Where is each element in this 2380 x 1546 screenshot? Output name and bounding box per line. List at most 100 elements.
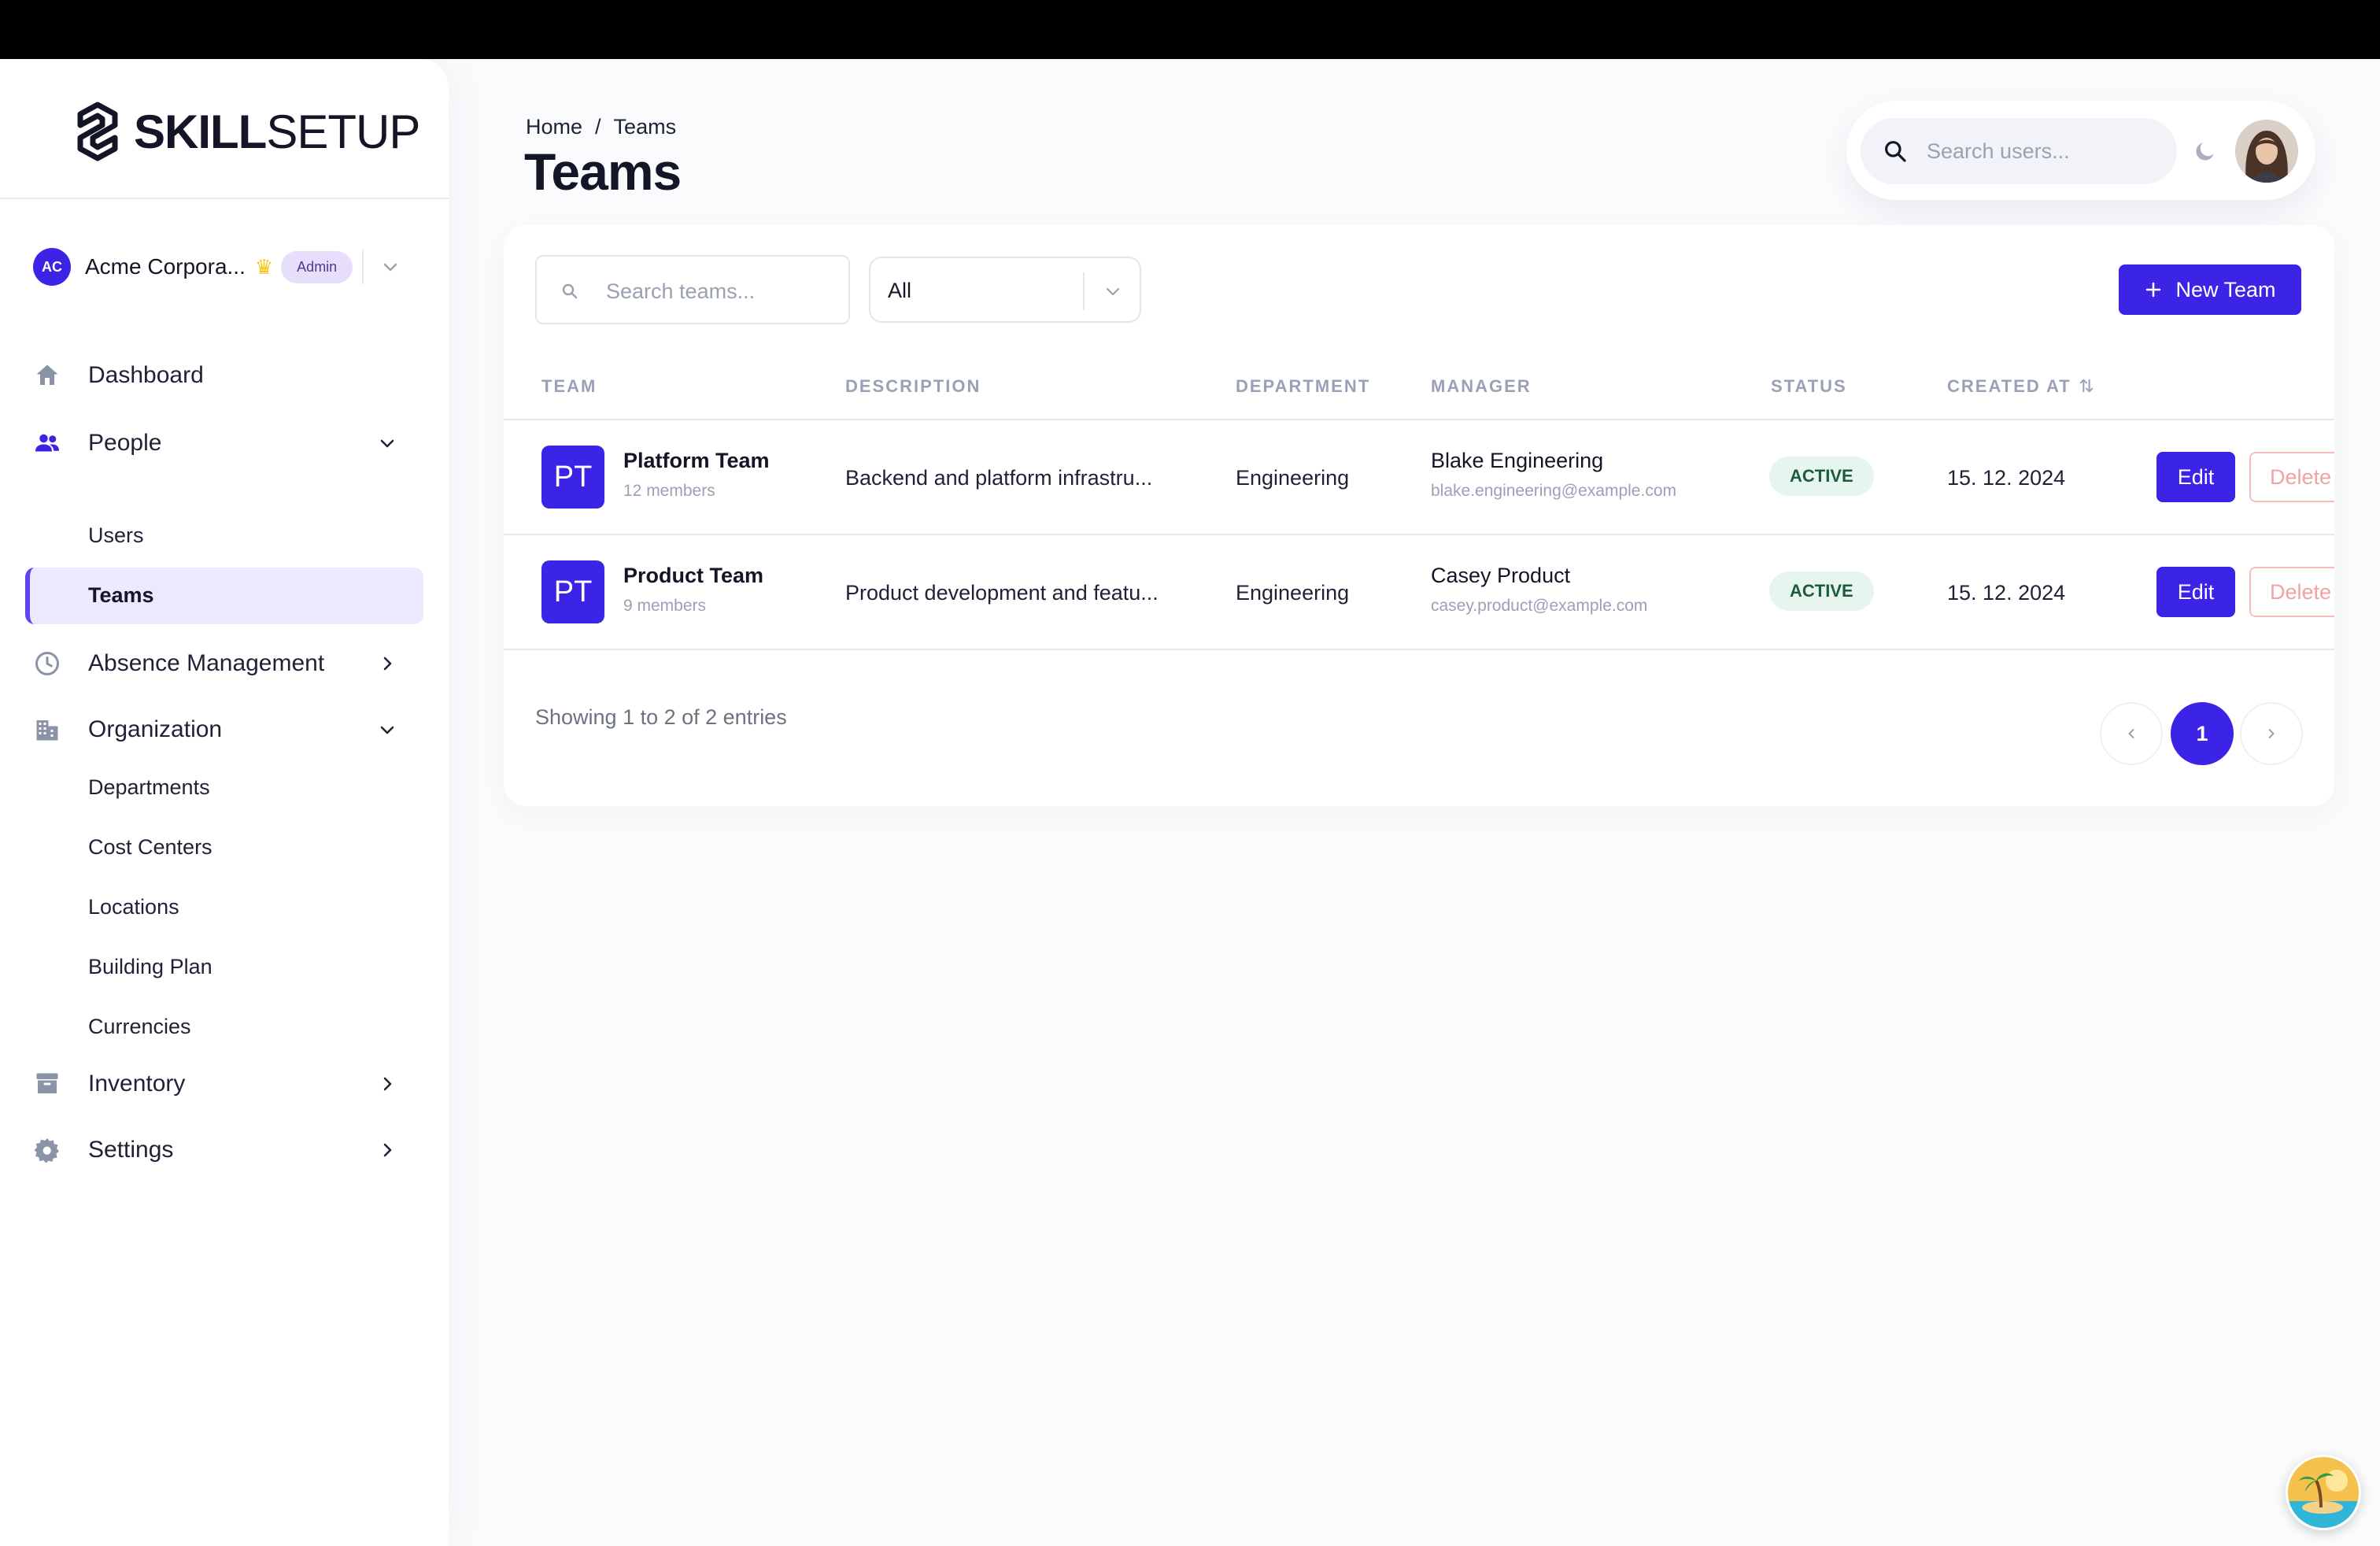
team-name: Product Team bbox=[623, 564, 764, 587]
pagination-next-button[interactable] bbox=[2240, 702, 2303, 765]
nav-locations[interactable]: Locations bbox=[88, 895, 179, 919]
gear-icon bbox=[34, 1138, 59, 1163]
table-row: PT Platform Team 12 members Backend and … bbox=[504, 420, 2334, 535]
pagination-prev-button[interactable] bbox=[2100, 702, 2163, 765]
org-avatar: AC bbox=[33, 248, 71, 286]
nav-teams[interactable]: Teams bbox=[25, 568, 423, 624]
breadcrumb-separator: / bbox=[595, 115, 601, 139]
nav-settings-label: Settings bbox=[88, 1137, 174, 1163]
column-header-department: DEPARTMENT bbox=[1236, 376, 1371, 396]
team-description: Product development and featu... bbox=[845, 581, 1159, 605]
row-divider bbox=[504, 649, 2334, 650]
manager-email: casey.product@example.com bbox=[1431, 597, 1648, 615]
brand-name: SKILLSETUP bbox=[134, 105, 420, 158]
team-members: 12 members bbox=[623, 482, 715, 500]
teams-card: All New Team TEAM DESCRIPTION DEPARTMENT… bbox=[504, 225, 2334, 806]
column-header-description: DESCRIPTION bbox=[845, 376, 981, 396]
created-at: 15. 12. 2024 bbox=[1947, 581, 2066, 605]
nav-dashboard-label: Dashboard bbox=[88, 362, 204, 388]
chevron-left-icon bbox=[2128, 729, 2134, 738]
org-separator bbox=[362, 250, 364, 284]
logo-mark-icon bbox=[77, 102, 118, 161]
user-avatar[interactable] bbox=[2235, 120, 2298, 183]
nav-people[interactable]: People bbox=[31, 418, 425, 468]
plus-icon bbox=[2146, 282, 2161, 298]
nav-people-label: People bbox=[88, 430, 162, 456]
breadcrumb-current: Teams bbox=[613, 115, 677, 139]
filter-value: All bbox=[888, 279, 912, 302]
nav-teams-label: Teams bbox=[88, 583, 154, 607]
team-search-input[interactable] bbox=[606, 272, 834, 310]
chevron-right-icon bbox=[383, 1143, 392, 1157]
home-icon bbox=[36, 364, 58, 385]
archive-icon bbox=[36, 1073, 58, 1093]
nav-settings[interactable]: Settings bbox=[31, 1125, 425, 1175]
team-department: Engineering bbox=[1236, 581, 1350, 605]
nav-users[interactable]: Users bbox=[88, 523, 144, 548]
column-header-created-at-label: CREATED AT bbox=[1947, 376, 2071, 396]
nav-inventory-label: Inventory bbox=[88, 1071, 186, 1097]
people-icon bbox=[35, 434, 59, 452]
team-search bbox=[535, 255, 850, 324]
search-icon bbox=[1885, 141, 1906, 162]
new-team-label: New Team bbox=[2175, 277, 2276, 301]
chevron-right-icon bbox=[383, 1077, 392, 1091]
sort-icon bbox=[2079, 379, 2094, 393]
user-search-input[interactable] bbox=[1927, 132, 2163, 170]
nav-absence-label: Absence Management bbox=[88, 650, 325, 676]
column-header-manager: MANAGER bbox=[1431, 376, 1532, 396]
role-badge: Admin bbox=[281, 250, 353, 283]
building-icon bbox=[36, 720, 58, 741]
crown-icon: ♛ bbox=[254, 254, 274, 279]
delete-button[interactable]: Delete bbox=[2249, 452, 2334, 502]
page-title: Teams bbox=[524, 142, 682, 201]
pagination-page-button[interactable]: 1 bbox=[2171, 702, 2234, 765]
team-members: 9 members bbox=[623, 597, 707, 615]
edit-button[interactable]: Edit bbox=[2156, 452, 2235, 502]
team-description: Backend and platform infrastru... bbox=[845, 466, 1153, 490]
table-row: PT Product Team 9 members Product develo… bbox=[504, 535, 2334, 650]
status-filter-select[interactable]: All bbox=[869, 257, 1141, 323]
header-actions bbox=[1846, 101, 2315, 200]
chevron-down-icon bbox=[380, 439, 394, 448]
manager-name: Casey Product bbox=[1431, 564, 1571, 587]
nav-cost-centers[interactable]: Cost Centers bbox=[88, 835, 213, 860]
sidebar: SKILLSETUP AC Acme Corpora... ♛ Admin Da… bbox=[0, 59, 449, 1546]
breadcrumb: Home / Teams bbox=[526, 115, 676, 139]
brand-logo[interactable]: SKILLSETUP bbox=[76, 100, 420, 163]
org-name: Acme Corpora... bbox=[85, 254, 246, 279]
nav-dashboard[interactable]: Dashboard bbox=[31, 350, 425, 401]
search-icon bbox=[562, 283, 578, 299]
nav-inventory[interactable]: Inventory bbox=[31, 1059, 425, 1109]
chevron-right-icon bbox=[2268, 729, 2275, 738]
nav-building-plan[interactable]: Building Plan bbox=[88, 955, 213, 979]
breadcrumb-home[interactable]: Home bbox=[526, 115, 582, 139]
team-department: Engineering bbox=[1236, 466, 1350, 490]
entries-summary: Showing 1 to 2 of 2 entries bbox=[535, 705, 787, 729]
new-team-button[interactable]: New Team bbox=[2119, 264, 2301, 315]
nav-absence-management[interactable]: Absence Management bbox=[31, 638, 425, 689]
nav-organization[interactable]: Organization bbox=[31, 705, 425, 755]
chevron-down-icon[interactable] bbox=[381, 257, 400, 276]
moon-icon[interactable] bbox=[2193, 139, 2218, 164]
created-at: 15. 12. 2024 bbox=[1947, 466, 2066, 490]
avatar-photo bbox=[2235, 120, 2298, 183]
user-search bbox=[1861, 118, 2177, 184]
status-badge: ACTIVE bbox=[1769, 571, 1874, 611]
nav-currencies[interactable]: Currencies bbox=[88, 1015, 191, 1039]
top-black-bar bbox=[0, 0, 2380, 59]
status-badge: ACTIVE bbox=[1769, 457, 1874, 496]
column-header-created-at[interactable]: CREATED AT bbox=[1947, 376, 2095, 397]
island-icon bbox=[2288, 1457, 2359, 1528]
team-avatar: PT bbox=[541, 446, 604, 509]
floating-help-button[interactable] bbox=[2286, 1455, 2361, 1530]
chevron-right-icon bbox=[383, 656, 392, 671]
delete-button[interactable]: Delete bbox=[2249, 567, 2334, 617]
nav-departments[interactable]: Departments bbox=[88, 775, 210, 800]
filter-separator bbox=[1083, 272, 1085, 310]
manager-name: Blake Engineering bbox=[1431, 449, 1604, 472]
clock-icon bbox=[35, 652, 59, 675]
team-avatar: PT bbox=[541, 560, 604, 623]
organization-switcher[interactable]: AC Acme Corpora... ♛ Admin bbox=[33, 242, 411, 292]
edit-button[interactable]: Edit bbox=[2156, 567, 2235, 617]
